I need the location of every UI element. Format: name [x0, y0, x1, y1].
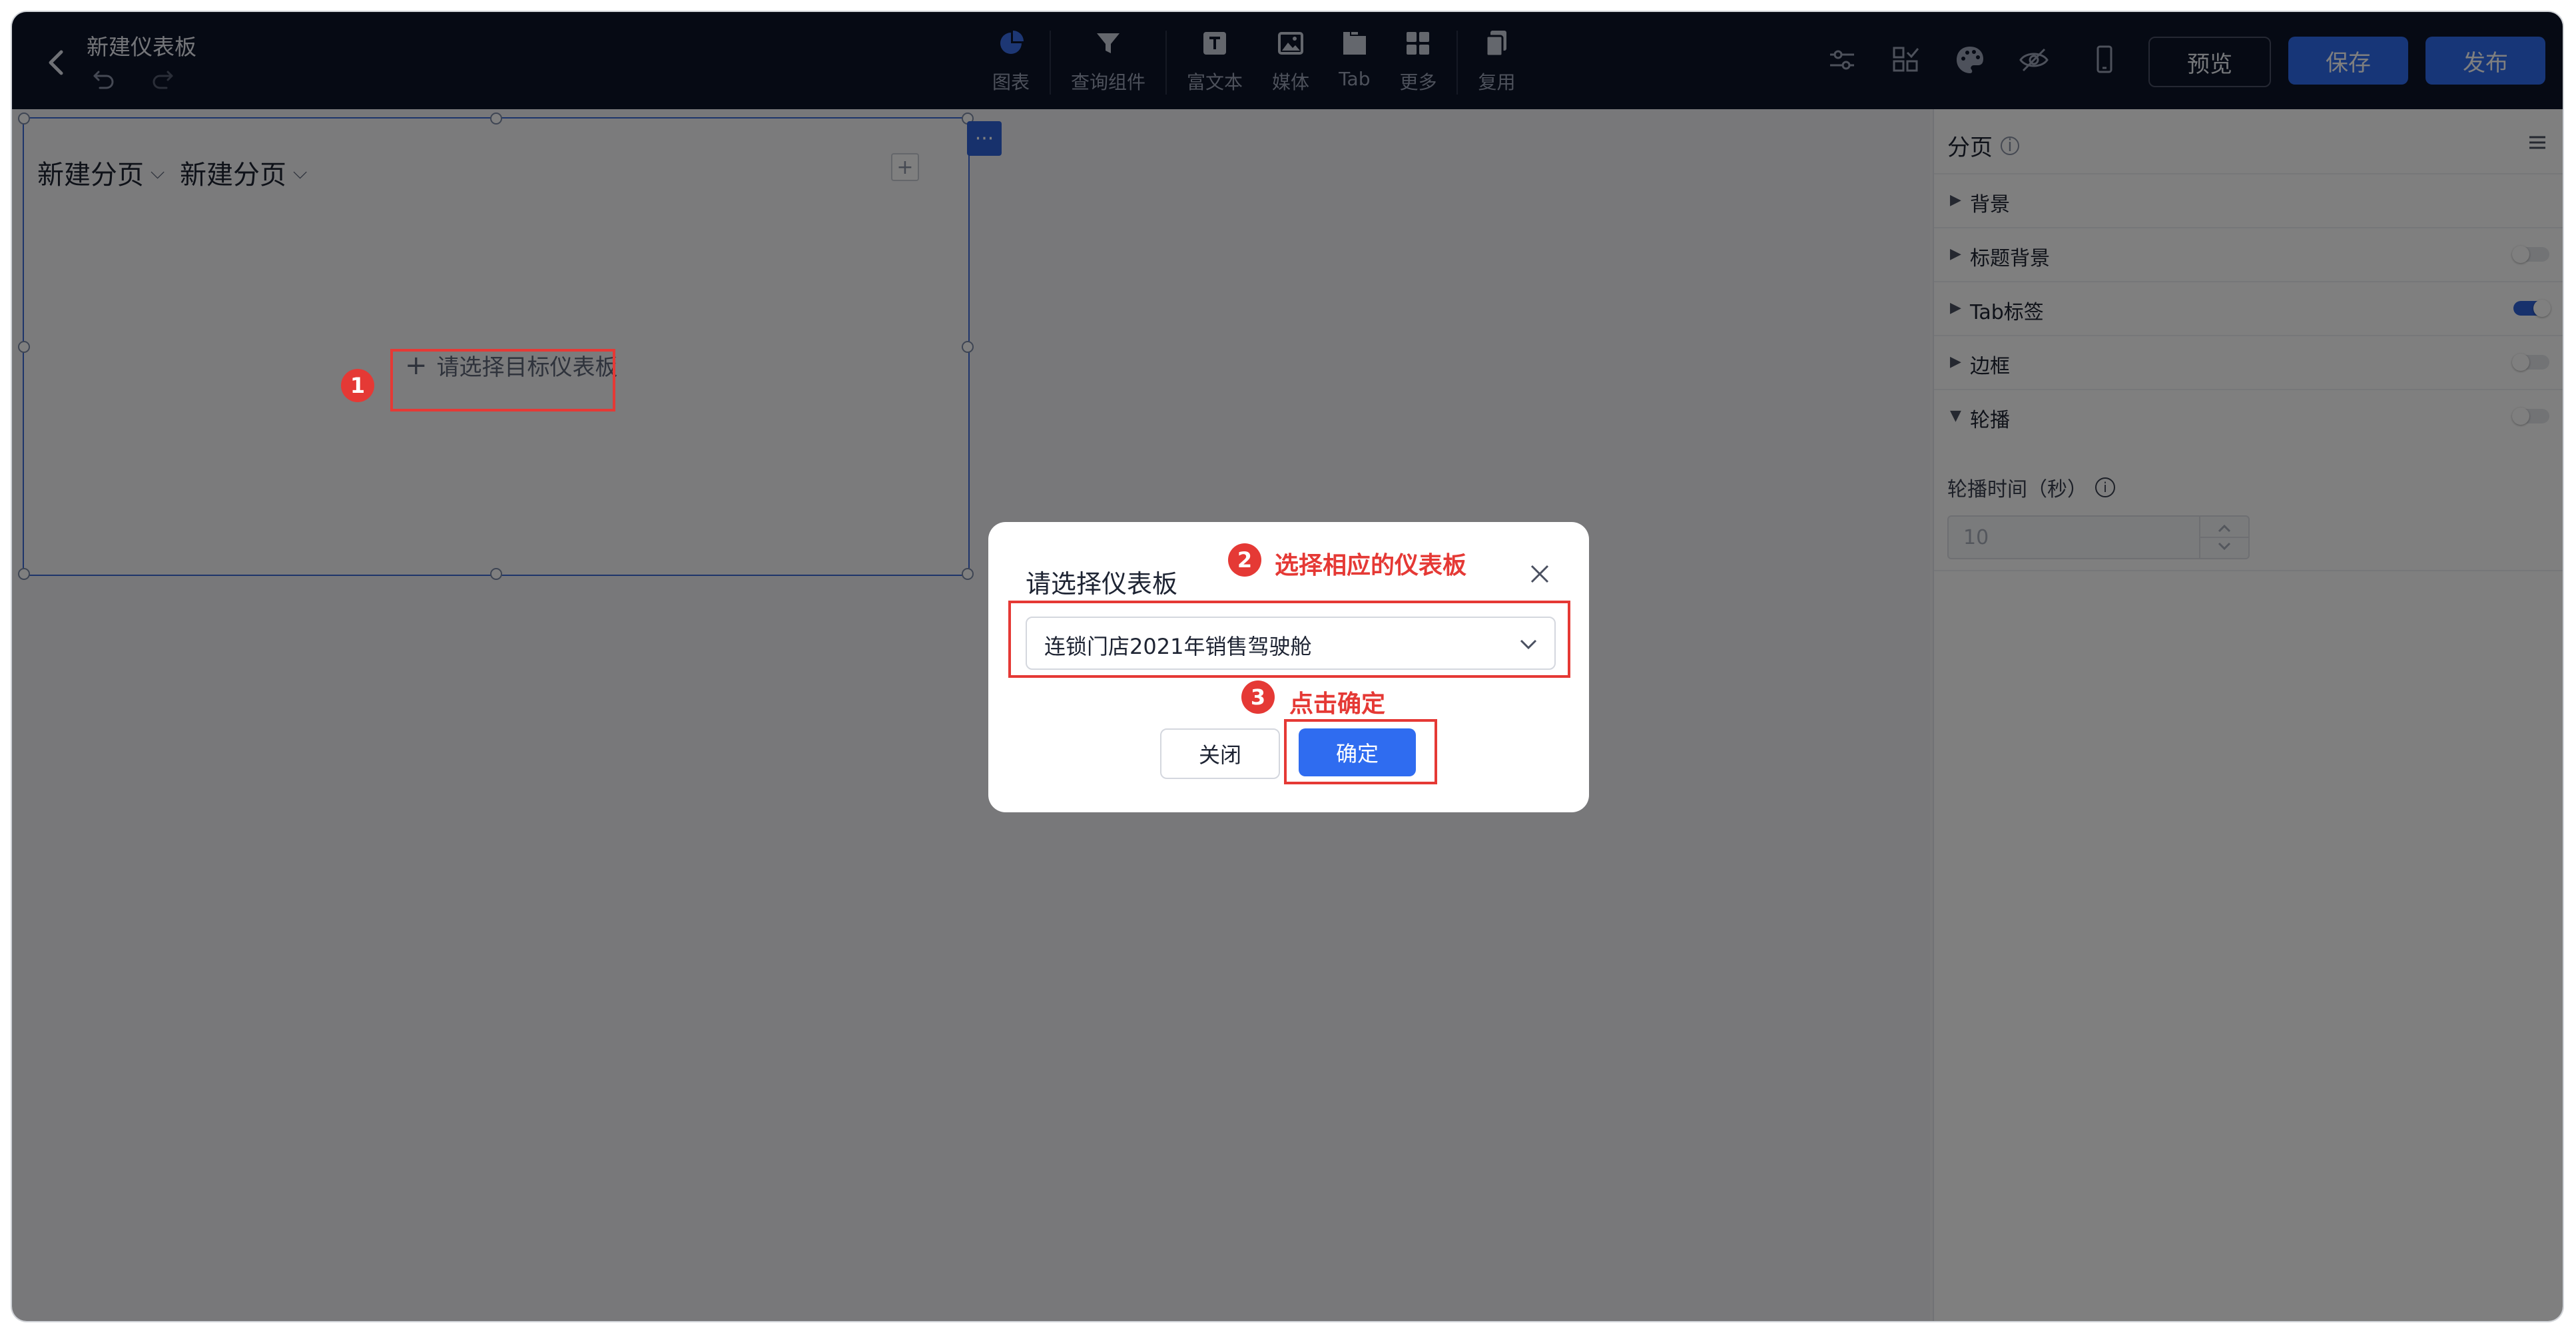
- app-window: 新建仪表板 图表 查询组件: [12, 12, 2563, 1321]
- annotation-box-3: [1284, 719, 1437, 784]
- select-dashboard-dialog: 请选择仪表板 连锁门店2021年销售驾驶舱 关闭 确定 2 选择相应的仪表板 3…: [988, 522, 1589, 812]
- annotation-badge-2: 2: [1228, 543, 1261, 577]
- annotation-box-1: [390, 349, 615, 411]
- annotation-box-2: [1008, 601, 1570, 678]
- annotation-text-3: 点击确定: [1289, 690, 1386, 718]
- annotation-text-2: 选择相应的仪表板: [1275, 552, 1467, 579]
- dialog-title: 请选择仪表板: [1026, 569, 1178, 599]
- annotation-badge-1: 1: [341, 369, 374, 402]
- dialog-close-button[interactable]: 关闭: [1160, 728, 1280, 779]
- annotation-badge-3: 3: [1241, 680, 1275, 714]
- close-icon[interactable]: [1525, 559, 1554, 589]
